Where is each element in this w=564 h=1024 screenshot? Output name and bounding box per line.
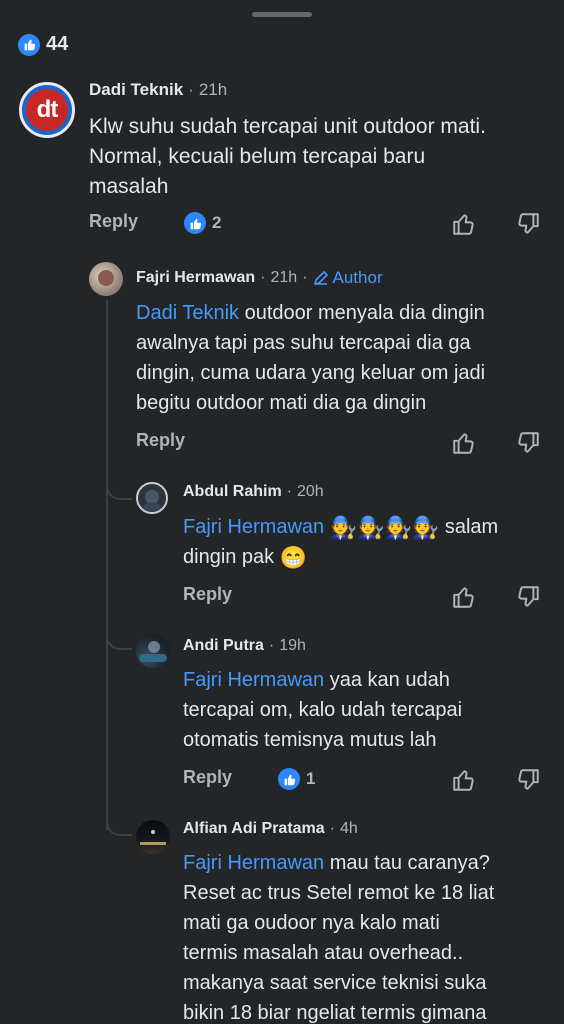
- thumbs-down-icon[interactable]: [515, 767, 541, 793]
- separator-dot: ·: [260, 269, 266, 286]
- like-icon: [278, 768, 300, 790]
- thumbs-up-icon[interactable]: [451, 211, 477, 237]
- like-count-text: 44: [46, 33, 69, 55]
- like-icon: [18, 33, 40, 56]
- mention-link[interactable]: Fajri Hermawan: [183, 852, 324, 874]
- mention-link[interactable]: Fajri Hermawan: [183, 669, 324, 691]
- reply-button[interactable]: Reply: [89, 211, 138, 232]
- avatar-logo-text: dt: [36, 96, 59, 123]
- like-icon: [184, 212, 206, 234]
- comment-text: Fajri Hermawan mau tau caranya? Reset ac…: [183, 852, 495, 1024]
- avatar[interactable]: [89, 262, 123, 296]
- thread-connector: [106, 630, 132, 650]
- comment-text: Fajri Hermawan yaa kan udah tercapai om,…: [183, 669, 463, 751]
- comment-text: Dadi Teknik outdoor menyala dia dingin a…: [136, 302, 486, 414]
- comment-header: Alfian Adi Pratama · 4h: [183, 820, 358, 838]
- mechanic-emoji: 🧑‍🔧🧑‍🔧🧑‍🔧🧑‍🔧: [329, 515, 440, 540]
- comment-time[interactable]: 21h: [199, 80, 227, 100]
- thumbs-up-icon[interactable]: [451, 430, 477, 456]
- separator-dot: ·: [286, 483, 292, 500]
- grin-emoji: 😁: [279, 545, 308, 570]
- avatar[interactable]: dt: [19, 82, 75, 138]
- separator-dot: ·: [188, 80, 194, 99]
- commenter-name[interactable]: Andi Putra: [183, 637, 264, 655]
- thread-connector: [106, 480, 132, 500]
- separator-dot: ·: [329, 820, 335, 837]
- comment-header: Andi Putra · 19h: [183, 637, 306, 655]
- mention-link[interactable]: Dadi Teknik: [136, 302, 239, 324]
- comment-text: Klw suhu sudah tercapai unit outdoor mat…: [89, 115, 486, 198]
- comment-time[interactable]: 21h: [270, 269, 297, 287]
- separator-dot: ·: [268, 637, 275, 654]
- reply-button[interactable]: Reply: [183, 584, 232, 605]
- avatar[interactable]: [136, 820, 170, 854]
- comment-time[interactable]: 19h: [279, 637, 306, 655]
- author-badge: Author: [313, 268, 383, 288]
- reaction-count[interactable]: 2: [184, 212, 221, 234]
- reaction-count[interactable]: 1: [278, 768, 315, 790]
- thumbs-down-icon[interactable]: [515, 584, 541, 610]
- thumbs-up-icon[interactable]: [451, 584, 477, 610]
- avatar[interactable]: [136, 634, 170, 668]
- comment-header: Dadi Teknik · 21h: [89, 80, 227, 100]
- comment-header: Fajri Hermawan · 21h · Author: [136, 268, 383, 288]
- commenter-name[interactable]: Alfian Adi Pratama: [183, 820, 325, 838]
- comment-time[interactable]: 4h: [340, 820, 358, 838]
- commenter-name[interactable]: Dadi Teknik: [89, 80, 183, 100]
- separator-dot: ·: [302, 269, 308, 286]
- mention-link[interactable]: Fajri Hermawan: [183, 516, 324, 538]
- comment-time[interactable]: 20h: [297, 483, 324, 501]
- thumbs-down-icon[interactable]: [515, 211, 541, 237]
- sheet-drag-handle[interactable]: [252, 12, 312, 17]
- post-like-count[interactable]: 44: [18, 33, 68, 56]
- thread-line: [106, 300, 108, 830]
- thumbs-up-icon[interactable]: [451, 767, 477, 793]
- commenter-name[interactable]: Fajri Hermawan: [136, 269, 255, 287]
- avatar[interactable]: [136, 482, 168, 514]
- reply-button[interactable]: Reply: [136, 430, 185, 451]
- thumbs-down-icon[interactable]: [515, 430, 541, 456]
- pencil-icon: [313, 271, 328, 285]
- thread-connector: [106, 816, 132, 836]
- comment-header: Abdul Rahim · 20h: [183, 483, 324, 501]
- reply-button[interactable]: Reply: [183, 767, 232, 788]
- commenter-name[interactable]: Abdul Rahim: [183, 483, 282, 501]
- comment-text: Fajri Hermawan 🧑‍🔧🧑‍🔧🧑‍🔧🧑‍🔧 salam dingin…: [183, 515, 499, 570]
